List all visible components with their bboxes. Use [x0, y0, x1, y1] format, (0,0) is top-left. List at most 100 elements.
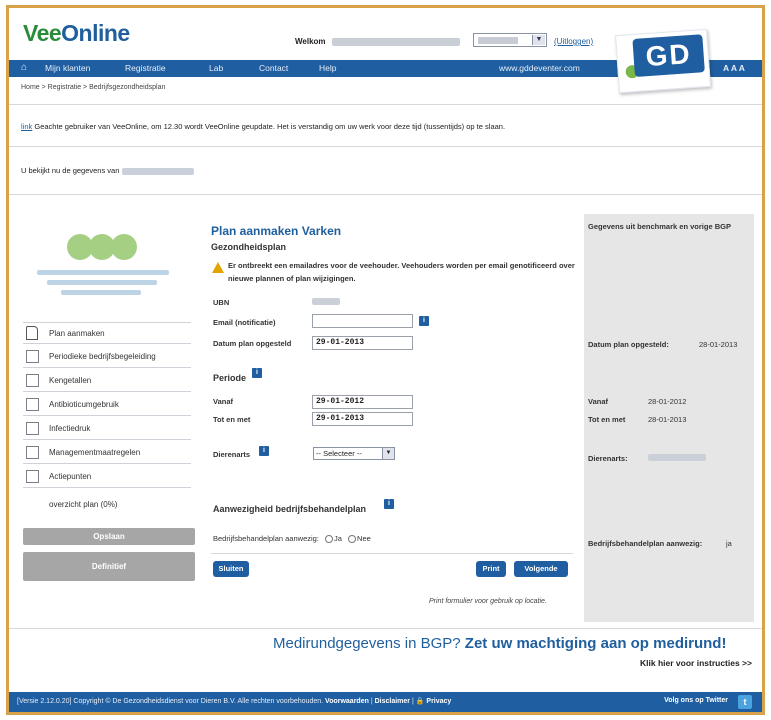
sidebar-item-antibioticumgebruik[interactable]: Antibioticumgebruik	[23, 394, 191, 416]
plan-date-label: Datum plan opgesteld	[213, 339, 292, 348]
info-icon[interactable]: i	[259, 446, 269, 456]
from-date-field[interactable]: 29-01-2012	[312, 395, 413, 409]
vet-label: Dierenarts	[213, 450, 251, 459]
twitter-link[interactable]: Volg ons op Twitter	[664, 697, 728, 704]
sidebar-item-infectiedruk[interactable]: Infectiedruk	[23, 418, 191, 440]
instructions-link[interactable]: Klik hier voor instructies >>	[640, 658, 752, 668]
sidebar-item-label: Kengetallen	[49, 376, 92, 385]
farm-logo-line	[61, 290, 141, 295]
to-date-field[interactable]: 29-01-2013	[312, 412, 413, 426]
gd-logo[interactable]: GD	[615, 28, 711, 94]
sidebar-item-actiepunten[interactable]: Actiepunten	[23, 466, 191, 488]
checkbox-icon	[26, 398, 39, 411]
radio-no-label[interactable]: Nee	[357, 534, 371, 543]
terms-link[interactable]: Voorwaarden	[325, 698, 369, 705]
print-button[interactable]: Print	[476, 561, 506, 577]
logout-link[interactable]: (Uitloggen)	[554, 37, 593, 46]
checkbox-icon	[26, 350, 39, 363]
rp-treatment-value: ja	[726, 539, 732, 548]
info-icon[interactable]: i	[419, 316, 429, 326]
period-heading: Periode	[213, 373, 247, 383]
rp-treatment-label: Bedrijfsbehandelplan aanwezig:	[588, 539, 703, 548]
page-frame: VeeOnline Welkom ▼ (Uitloggen) ⌂ Mijn kl…	[6, 5, 765, 715]
banner-part1: Medirundgegevens in BGP?	[273, 635, 461, 652]
treatment-plan-label: Bedrijfsbehandelplan aanwezig:	[213, 534, 319, 543]
checkbox-icon	[26, 422, 39, 435]
final-button[interactable]: Definitief	[23, 552, 195, 581]
veeonline-logo[interactable]: VeeOnline	[23, 20, 130, 47]
banner-part2: Zet uw machtiging aan op medirund!	[464, 635, 727, 652]
gd-logo-letters: GD	[632, 34, 705, 77]
vet-select[interactable]: -- Selecteer -- ▼	[313, 447, 395, 460]
rp-to-value: 28-01-2013	[648, 415, 687, 424]
home-icon[interactable]: ⌂	[21, 62, 27, 73]
radio-yes-label[interactable]: Ja	[334, 534, 342, 543]
twitter-icon[interactable]: t	[738, 695, 752, 709]
website-link[interactable]: www.gddeventer.com	[499, 63, 580, 73]
info-icon[interactable]: i	[384, 499, 394, 509]
footer-left: [Versie 2.12.0.20] Copyright © De Gezond…	[17, 698, 452, 705]
plan-date-field[interactable]: 29-01-2013	[312, 336, 413, 350]
rp-plan-date-label: Datum plan opgesteld:	[588, 340, 669, 349]
welcome-text: Welkom	[295, 37, 460, 46]
sidebar-item-label: Managementmaatregelen	[49, 448, 141, 457]
company-select[interactable]: ▼	[473, 33, 547, 47]
checkbox-icon	[26, 446, 39, 459]
disclaimer-link[interactable]: Disclaimer	[375, 698, 410, 705]
rp-vet-value-blurred	[648, 454, 706, 461]
notice-link[interactable]: link	[21, 122, 32, 131]
next-button[interactable]: Volgende	[514, 561, 568, 577]
to-label: Tot en met	[213, 415, 251, 424]
copyright-text: [Versie 2.12.0.20] Copyright © De Gezond…	[17, 698, 324, 705]
email-label: Email (notificatie)	[213, 318, 276, 327]
treatment-plan-heading: Aanwezigheid bedrijfsbehandelplan	[213, 504, 367, 514]
sidebar-item-periodieke-bedrijfsbegeleiding[interactable]: Periodieke bedrijfsbegeleiding	[23, 346, 191, 368]
nav-mijn-klanten[interactable]: Mijn klanten	[45, 63, 90, 73]
farm-logo	[29, 228, 177, 300]
benchmark-title: Gegevens uit benchmark en vorige BGP	[588, 222, 731, 231]
rp-from-label: Vanaf	[588, 397, 609, 406]
nav-contact[interactable]: Contact	[259, 63, 288, 73]
info-icon[interactable]: i	[252, 368, 262, 378]
benchmark-panel: Gegevens uit benchmark en vorige BGP Dat…	[584, 214, 754, 622]
logout-anchor[interactable]: (Uitloggen)	[554, 37, 593, 46]
sidebar-item-label: Plan aanmaken	[49, 329, 105, 338]
welcome-label: Welkom	[295, 37, 326, 46]
sidebar-item-plan-aanmaken[interactable]: Plan aanmaken	[23, 322, 191, 344]
email-field[interactable]	[312, 314, 413, 328]
ubn-label: UBN	[213, 298, 230, 307]
breadcrumb[interactable]: Home > Registratie > Bedrijfsgezondheids…	[21, 84, 165, 91]
print-note: Print formulier voor gebruik op locatie.	[429, 598, 547, 605]
warning-message: Er ontbreekt een emailadres voor de veeh…	[228, 261, 575, 283]
divider	[211, 553, 573, 554]
company-select-value	[478, 37, 518, 44]
sidebar-item-label: Periodieke bedrijfsbegeleiding	[49, 352, 156, 361]
sidebar-item-label: Actiepunten	[49, 472, 92, 481]
text-size-toggle[interactable]: A A A	[723, 63, 745, 73]
chevron-down-icon[interactable]: ▼	[532, 35, 545, 45]
sidebar-item-label: Infectiedruk	[49, 424, 91, 433]
privacy-link[interactable]: Privacy	[426, 698, 451, 705]
nav-registratie[interactable]: Registratie	[125, 63, 166, 73]
radio-yes[interactable]	[325, 535, 334, 544]
user-name-blurred	[331, 37, 460, 46]
ubn-value-blurred	[312, 298, 340, 305]
rp-plan-date-value: 28-01-2013	[699, 340, 738, 349]
medirund-banner[interactable]: Medirundgegevens in BGP? Zet uw machtigi…	[273, 635, 726, 652]
nav-lab[interactable]: Lab	[209, 63, 223, 73]
treatment-plan-question: Bedrijfsbehandelplan aanwezig: Ja Nee	[213, 534, 371, 544]
notice-text: Geachte gebruiker van VeeOnline, om 12.3…	[34, 122, 506, 131]
close-button[interactable]: Sluiten	[213, 561, 249, 577]
sidebar-item-label: Antibioticumgebruik	[49, 400, 119, 409]
save-button[interactable]: Opslaan	[23, 528, 195, 545]
viewing-info: U bekijkt nu de gegevens van	[21, 166, 194, 175]
footer: [Versie 2.12.0.20] Copyright © De Gezond…	[9, 692, 762, 712]
chevron-down-icon[interactable]: ▼	[382, 448, 394, 459]
sidebar-item-managementmaatregelen[interactable]: Managementmaatregelen	[23, 442, 191, 464]
vet-select-value: -- Selecteer --	[316, 449, 362, 458]
nav-help[interactable]: Help	[319, 63, 336, 73]
radio-no[interactable]	[348, 535, 357, 544]
sidebar-item-kengetallen[interactable]: Kengetallen	[23, 370, 191, 392]
page-title: Plan aanmaken Varken	[211, 224, 342, 238]
checkbox-icon	[26, 374, 39, 387]
